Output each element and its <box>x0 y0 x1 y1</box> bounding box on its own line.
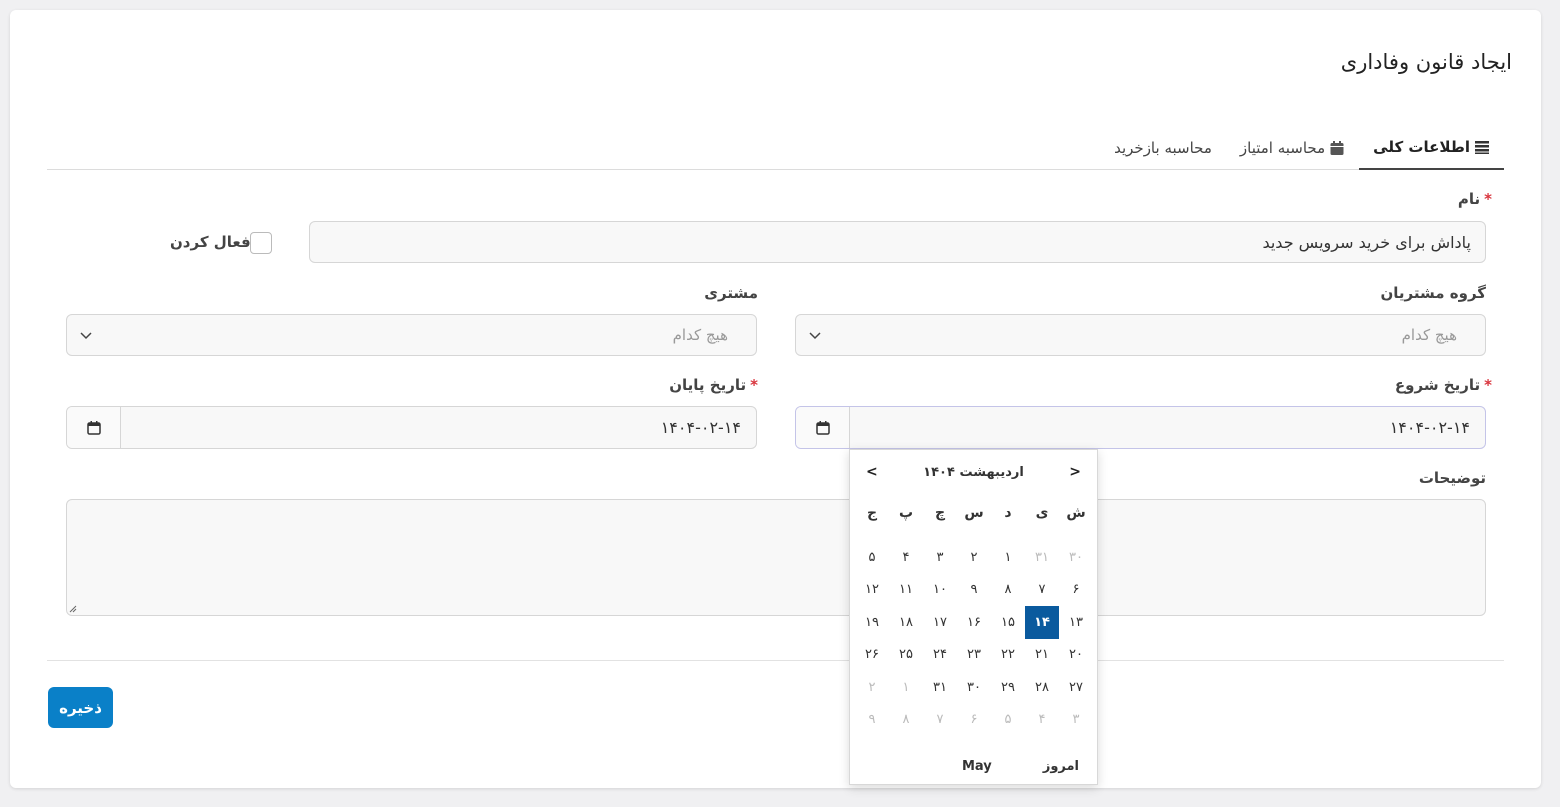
calendar-day[interactable]: ۸ <box>889 704 923 737</box>
calendar-day[interactable]: ۴ <box>1025 704 1059 737</box>
calendar-day[interactable]: ۱۵ <box>991 606 1025 639</box>
calendar-day[interactable]: ۲ <box>957 541 991 574</box>
form-card: ایجاد قانون وفاداری اطلاعات کلی محاسبه ا… <box>10 10 1541 788</box>
calendar-day[interactable]: ۱۸ <box>889 606 923 639</box>
locale-toggle-button[interactable]: May <box>962 759 992 774</box>
calendar-icon <box>815 420 830 435</box>
calendar-day[interactable]: ۱۱ <box>889 574 923 607</box>
start-date-input[interactable]: ۱۴۰۴-۰۲-۱۴ <box>850 407 1485 448</box>
calendar-day[interactable]: ۱۳ <box>1059 606 1093 639</box>
weekday-label: د <box>1004 505 1012 521</box>
weekday-row: شیدسچپج <box>854 505 1093 521</box>
calendar-day-selected[interactable]: ۱۴ <box>1025 606 1059 639</box>
end-date-button[interactable] <box>67 407 121 448</box>
date-picker-footer: امروز May <box>850 759 1097 774</box>
calendar-day[interactable]: ۳۰ <box>1059 541 1093 574</box>
calendar-day[interactable]: ۲۷ <box>1059 671 1093 704</box>
calendar-day[interactable]: ۱ <box>991 541 1025 574</box>
calendar-day[interactable]: ۱۹ <box>855 606 889 639</box>
name-label: *نام <box>1457 190 1492 208</box>
customer-placeholder: هیچ کدام <box>672 326 728 344</box>
next-month-button[interactable]: > <box>866 464 878 480</box>
end-date-input[interactable]: ۱۴۰۴-۰۲-۱۴ <box>121 407 756 448</box>
calendar-day[interactable]: ۲۰ <box>1059 639 1093 672</box>
customer-label: مشتری <box>704 284 758 302</box>
date-picker-popup: < اردیبهشت ۱۴۰۴ > شیدسچپج ۳۰ ۳۱ ۱ ۲ ۳ ۴ ۵ ۶ ۷ ۸ ۹ ۱… <box>849 449 1098 785</box>
resize-handle-icon[interactable] <box>69 605 77 613</box>
date-picker-header: < اردیبهشت ۱۴۰۴ > <box>850 462 1097 482</box>
calendar-day[interactable]: ۲۵ <box>889 639 923 672</box>
tab-points-calculation[interactable]: محاسبه امتیاز <box>1226 125 1359 170</box>
calendar-day[interactable]: ۷ <box>923 704 957 737</box>
calendar-day[interactable]: ۲۱ <box>1025 639 1059 672</box>
start-date-label: *تاریخ شروع <box>1394 376 1492 394</box>
calendar-icon <box>86 420 101 435</box>
end-date-field[interactable]: ۱۴۰۴-۰۲-۱۴ <box>66 406 757 449</box>
weekday-label: ش <box>1066 505 1086 521</box>
description-label: توضیحات <box>1418 469 1486 487</box>
calendar-day[interactable]: ۲۸ <box>1025 671 1059 704</box>
calendar-day[interactable]: ۹ <box>957 574 991 607</box>
calendar-day[interactable]: ۲۴ <box>923 639 957 672</box>
calendar-day[interactable]: ۶ <box>957 704 991 737</box>
start-date-button[interactable] <box>796 407 850 448</box>
weekday-label: س <box>964 505 984 521</box>
active-label: فعال کردن <box>170 233 251 251</box>
chevron-down-icon <box>80 332 92 340</box>
weekday-label: پ <box>898 505 914 521</box>
name-input[interactable]: پاداش برای خرید سرویس جدید <box>309 221 1486 263</box>
customer-select[interactable]: هیچ کدام <box>66 314 757 356</box>
tab-label: محاسبه امتیاز <box>1239 138 1326 157</box>
calendar-day[interactable]: ۷ <box>1025 574 1059 607</box>
calendar-day[interactable]: ۱۰ <box>923 574 957 607</box>
today-button[interactable]: امروز <box>1043 759 1079 774</box>
calendar-day[interactable]: ۲۶ <box>855 639 889 672</box>
calendar-day[interactable]: ۳۱ <box>1025 541 1059 574</box>
calendar-day[interactable]: ۵ <box>991 704 1025 737</box>
end-date-label: *تاریخ پایان <box>669 376 758 394</box>
customer-group-placeholder: هیچ کدام <box>1401 326 1457 344</box>
description-textarea[interactable] <box>66 499 1486 616</box>
weekday-label: چ <box>934 505 946 521</box>
page-title: ایجاد قانون وفاداری <box>1340 50 1512 74</box>
calendar-day[interactable]: ۱ <box>889 671 923 704</box>
calendar-day[interactable]: ۶ <box>1059 574 1093 607</box>
save-button[interactable]: ذخیره <box>48 687 113 728</box>
calendar-day[interactable]: ۹ <box>855 704 889 737</box>
tab-label: اطلاعات کلی <box>1373 137 1470 156</box>
prev-month-button[interactable]: < <box>1069 464 1081 480</box>
calendar-day[interactable]: ۱۷ <box>923 606 957 639</box>
customer-group-select[interactable]: هیچ کدام <box>795 314 1486 356</box>
customer-group-label: گروه مشتریان <box>1380 284 1486 302</box>
weekday-label: ی <box>1035 505 1049 521</box>
calendar-day[interactable]: ۲۲ <box>991 639 1025 672</box>
calendar-day[interactable]: ۴ <box>889 541 923 574</box>
calendar-day[interactable]: ۳۱ <box>923 671 957 704</box>
calendar-day[interactable]: ۳۰ <box>957 671 991 704</box>
tab-label: محاسبه بازخرید <box>1114 138 1212 157</box>
calendar-day[interactable]: ۱۲ <box>855 574 889 607</box>
calendar-day[interactable]: ۳ <box>923 541 957 574</box>
required-mark: * <box>1484 190 1492 208</box>
calendar-icon <box>1330 140 1344 155</box>
calendar-day[interactable]: ۳ <box>1059 704 1093 737</box>
tab-redemption-calculation[interactable]: محاسبه بازخرید <box>1100 125 1226 170</box>
calendar-day[interactable]: ۵ <box>855 541 889 574</box>
calendar-day[interactable]: ۲ <box>855 671 889 704</box>
calendar-day[interactable]: ۱۶ <box>957 606 991 639</box>
chevron-down-icon <box>809 332 821 340</box>
tab-bar: اطلاعات کلی محاسبه امتیاز محاسبه بازخرید <box>47 125 1504 170</box>
divider <box>47 660 1504 661</box>
month-title[interactable]: اردیبهشت ۱۴۰۴ <box>923 465 1024 480</box>
weekday-label: ج <box>866 505 878 521</box>
start-date-field[interactable]: ۱۴۰۴-۰۲-۱۴ <box>795 406 1486 449</box>
list-icon <box>1475 140 1489 154</box>
day-grid: ۳۰ ۳۱ ۱ ۲ ۳ ۴ ۵ ۶ ۷ ۸ ۹ ۱۰ ۱۱ ۱۲ ۱۳ ۱۴ ۱۵ ۱۶ ۱۷ ۱۸ ۱۹ ۲۰ ۲۱ ۲۲ ۲… <box>854 541 1093 736</box>
active-checkbox[interactable] <box>250 232 272 254</box>
tab-general-info[interactable]: اطلاعات کلی <box>1359 125 1504 170</box>
calendar-day[interactable]: ۲۳ <box>957 639 991 672</box>
calendar-day[interactable]: ۲۹ <box>991 671 1025 704</box>
calendar-day[interactable]: ۸ <box>991 574 1025 607</box>
